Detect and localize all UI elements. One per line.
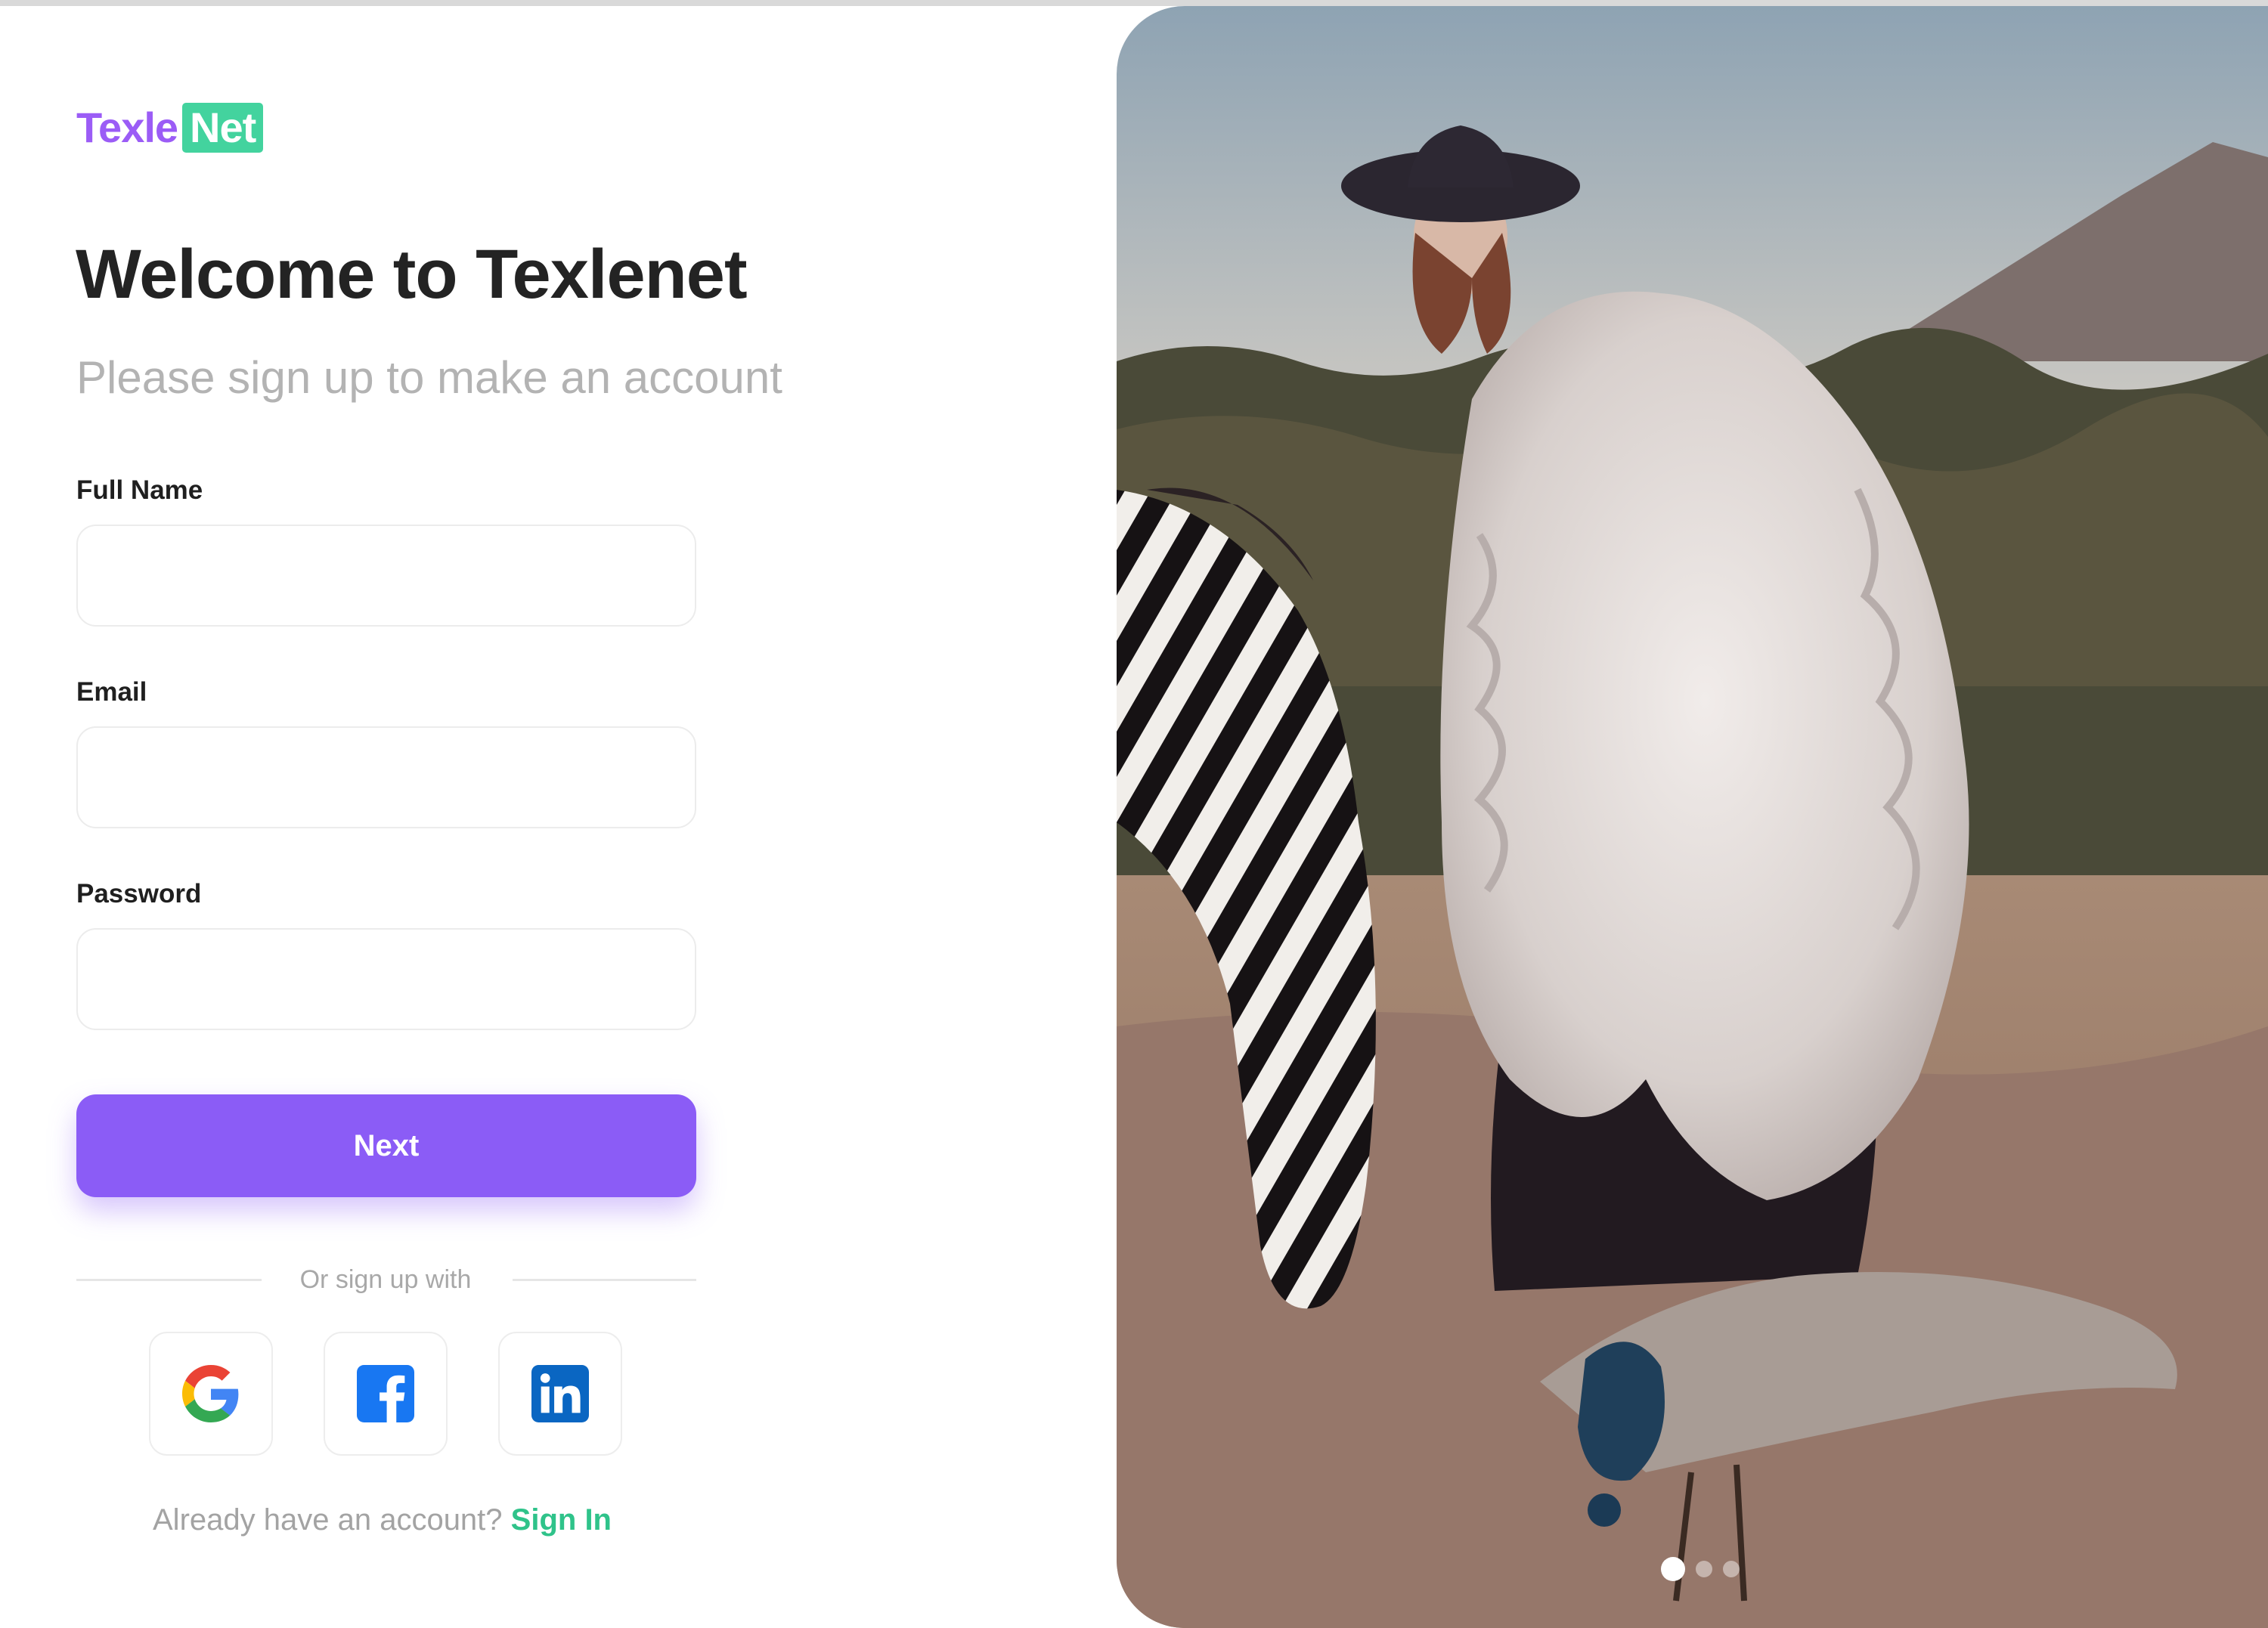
- google-icon: [182, 1365, 239, 1422]
- email-input[interactable]: [76, 726, 696, 828]
- page-title: Welcome to Texlenet: [76, 236, 748, 313]
- signin-prompt: Already have an account? Sign In: [153, 1501, 612, 1539]
- carousel-dot-1[interactable]: [1661, 1557, 1685, 1581]
- logo-text-badge: Net: [182, 103, 264, 153]
- hero-image-carousel: [1117, 6, 2268, 1628]
- next-button[interactable]: Next: [76, 1094, 696, 1197]
- facebook-signup-button[interactable]: [324, 1332, 448, 1456]
- browser-top-edge: [0, 0, 2268, 6]
- logo-text-primary: Texle: [76, 104, 178, 151]
- email-label: Email: [76, 677, 147, 707]
- linkedin-icon: [531, 1365, 589, 1422]
- page-subtitle: Please sign up to make an account: [76, 352, 782, 403]
- password-input[interactable]: [76, 928, 696, 1030]
- facebook-icon: [357, 1365, 414, 1422]
- full-name-label: Full Name: [76, 475, 203, 505]
- divider-left: [76, 1279, 262, 1281]
- signin-prompt-text: Already have an account?: [153, 1503, 503, 1537]
- full-name-input[interactable]: [76, 525, 696, 627]
- carousel-dot-2[interactable]: [1696, 1561, 1712, 1577]
- social-divider-text: Or sign up with: [299, 1265, 472, 1294]
- password-label: Password: [76, 879, 202, 908]
- signin-link[interactable]: Sign In: [511, 1503, 612, 1537]
- carousel-indicators: [1661, 1557, 1740, 1581]
- divider-right: [513, 1279, 696, 1281]
- carousel-dot-3[interactable]: [1723, 1561, 1740, 1577]
- linkedin-signup-button[interactable]: [498, 1332, 622, 1456]
- hero-photo: [1117, 6, 2268, 1628]
- texlenet-logo: Texle Net: [76, 101, 264, 154]
- google-signup-button[interactable]: [149, 1332, 273, 1456]
